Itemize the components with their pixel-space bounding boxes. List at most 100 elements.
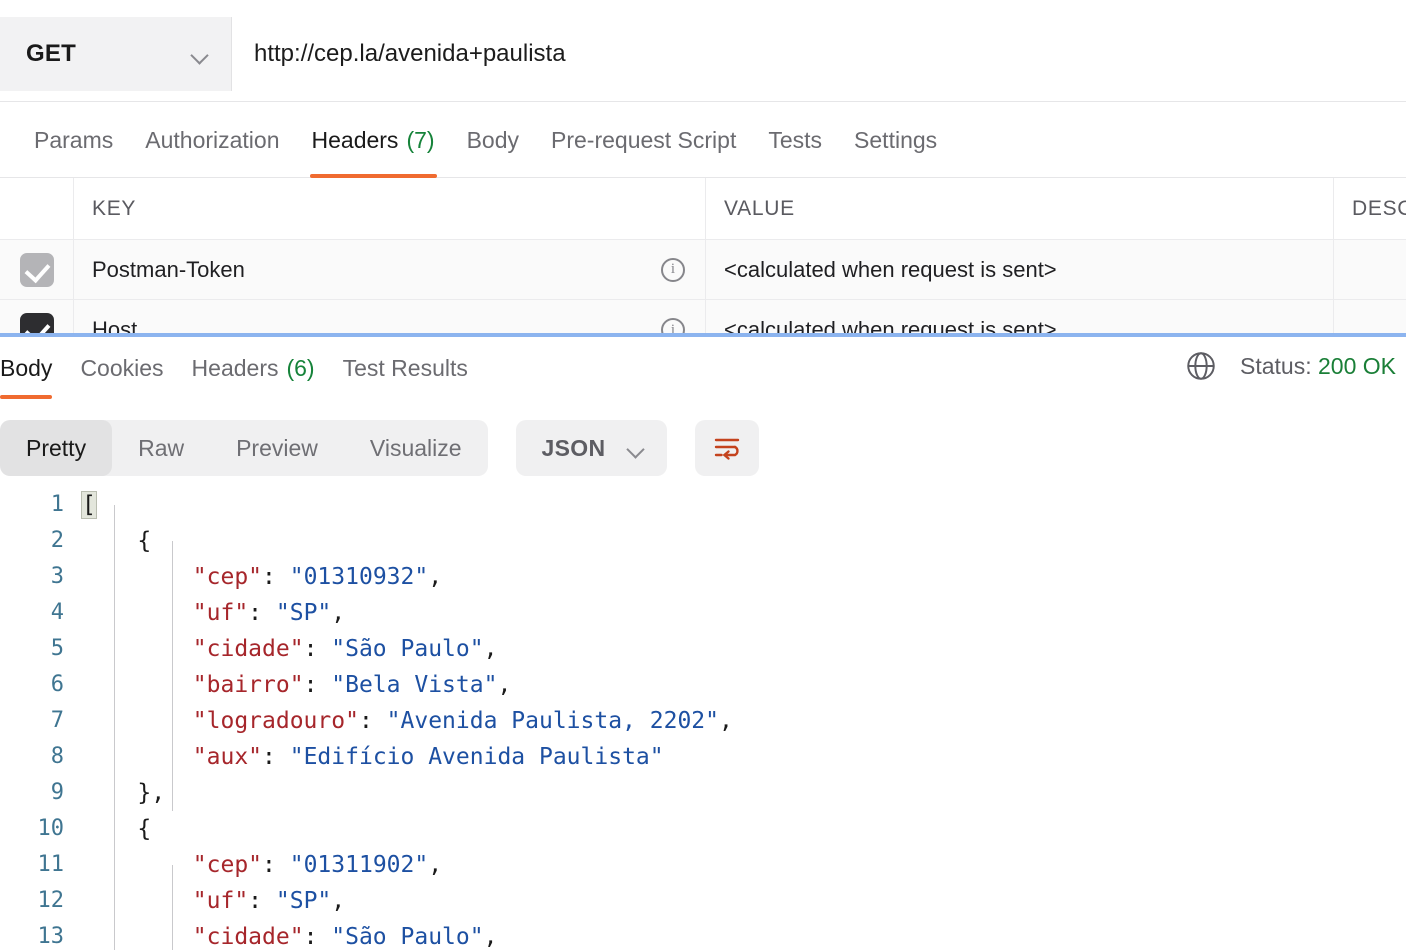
- response-tab-body[interactable]: Body: [0, 337, 66, 399]
- code-line-text: "cep": "01310932",: [82, 559, 1406, 595]
- globe-icon[interactable]: [1184, 349, 1218, 383]
- header-col-value: VALUE: [706, 178, 1334, 239]
- code-token: "logradouro": [192, 708, 359, 734]
- request-tab-pre-request-script[interactable]: Pre-request Script: [535, 102, 752, 178]
- code-line: 4 "uf": "SP",: [0, 595, 1406, 631]
- request-tab-label: Authorization: [145, 126, 280, 153]
- code-token: "01310932": [289, 564, 429, 590]
- status-label: Status:: [1240, 352, 1312, 379]
- line-number: 6: [50, 672, 64, 697]
- row-description-cell[interactable]: [1334, 300, 1406, 335]
- code-line: 7 "logradouro": "Avenida Paulista, 2202"…: [0, 703, 1406, 739]
- request-tab-label: Settings: [854, 126, 938, 153]
- column-header-key: KEY: [92, 196, 137, 220]
- code-line: 3 "cep": "01310932",: [0, 559, 1406, 595]
- response-tab-cookies[interactable]: Cookies: [66, 337, 177, 399]
- code-token: "São Paulo": [331, 636, 484, 662]
- code-token: :: [303, 672, 332, 698]
- line-number: 2: [50, 528, 64, 553]
- code-token: "cidade": [192, 636, 304, 662]
- request-tab-params[interactable]: Params: [18, 102, 129, 178]
- code-token: "uf": [192, 600, 249, 626]
- response-tab-label: Body: [0, 354, 53, 381]
- code-token: },: [137, 780, 166, 806]
- indent-guide-level-2: [172, 541, 173, 811]
- line-number: 8: [50, 744, 64, 769]
- request-tab-tests[interactable]: Tests: [752, 102, 838, 178]
- panel-splitter[interactable]: [0, 333, 1406, 337]
- indent-guide-level-2: [172, 865, 173, 950]
- column-header-value: VALUE: [724, 196, 795, 220]
- view-mode-raw[interactable]: Raw: [112, 420, 210, 476]
- response-tab-test-results[interactable]: Test Results: [329, 337, 482, 399]
- code-token: "Avenida Paulista, 2202": [386, 708, 719, 734]
- code-token: :: [303, 636, 332, 662]
- code-line-text: "uf": "SP",: [82, 595, 1406, 631]
- header-value-text: <calculated when request is sent>: [724, 256, 1057, 282]
- code-token: :: [248, 600, 276, 626]
- view-mode-preview[interactable]: Preview: [210, 420, 344, 476]
- code-token: :: [303, 924, 332, 950]
- code-line-text: "cidade": "São Paulo",: [82, 631, 1406, 667]
- code-token: ,: [483, 636, 498, 662]
- code-token: :: [248, 888, 276, 914]
- code-line-text: {: [82, 523, 1406, 559]
- code-token: "01311902": [289, 852, 429, 878]
- headers-table-header-row: KEY VALUE DESC: [0, 178, 1406, 240]
- row-checkbox-cell: [0, 300, 74, 335]
- table-row[interactable]: Host i <calculated when request is sent>: [0, 300, 1406, 335]
- line-number: 9: [50, 780, 64, 805]
- row-enable-checkbox[interactable]: [19, 313, 54, 335]
- code-token: ,: [428, 852, 443, 878]
- request-tab-label: Body: [466, 126, 519, 153]
- row-value-cell[interactable]: <calculated when request is sent>: [706, 240, 1334, 299]
- code-token: ,: [331, 888, 346, 914]
- request-tab-headers[interactable]: Headers (7): [296, 102, 451, 178]
- status-value: 200 OK: [1318, 352, 1396, 379]
- code-token: "Bela Vista": [331, 672, 498, 698]
- code-line-text: "uf": "SP",: [82, 883, 1406, 919]
- code-line: 10 {: [0, 811, 1406, 847]
- http-method-select[interactable]: GET: [0, 17, 232, 91]
- code-token: "Edifício Avenida Paulista": [289, 744, 664, 770]
- response-view-mode-group: Pretty Raw Preview Visualize: [0, 420, 488, 476]
- info-circle-icon[interactable]: i: [661, 257, 685, 282]
- indent-guide-level-1: [114, 505, 115, 950]
- url-input[interactable]: http://cep.la/avenida+paulista: [232, 17, 1406, 91]
- code-line: 13 "cidade": "São Paulo",: [0, 919, 1406, 950]
- request-tab-label: Tests: [768, 126, 823, 153]
- row-enable-checkbox[interactable]: [19, 252, 54, 287]
- code-line-text: "aux": "Edifício Avenida Paulista": [82, 739, 1406, 775]
- request-tab-label: Params: [34, 126, 114, 153]
- response-tab-headers[interactable]: Headers (6): [178, 337, 329, 399]
- view-mode-visualize[interactable]: Visualize: [344, 420, 488, 476]
- column-header-description: DESC: [1352, 196, 1406, 220]
- row-value-cell[interactable]: <calculated when request is sent>: [706, 300, 1334, 335]
- http-method-label: GET: [26, 40, 76, 67]
- code-line-text: {: [82, 811, 1406, 847]
- request-tab-settings[interactable]: Settings: [838, 102, 953, 178]
- code-line-text: },: [82, 775, 1406, 811]
- code-token: "cep": [192, 564, 263, 590]
- request-tab-count: (7): [406, 126, 435, 153]
- response-body-code[interactable]: 1[2 {3 "cep": "01310932", 4 "uf": "SP", 5 …: [0, 487, 1406, 950]
- request-tab-authorization[interactable]: Authorization: [129, 102, 295, 178]
- code-line: 6 "bairro": "Bela Vista",: [0, 667, 1406, 703]
- request-tab-body[interactable]: Body: [451, 102, 535, 178]
- code-token: :: [358, 708, 387, 734]
- response-language-select[interactable]: JSON: [515, 420, 668, 476]
- code-token: "cep": [192, 852, 263, 878]
- response-format-toolbar: Pretty Raw Preview Visualize JSON: [0, 417, 1406, 479]
- row-key-cell[interactable]: Host i: [74, 300, 706, 335]
- row-description-cell[interactable]: [1334, 240, 1406, 299]
- word-wrap-button[interactable]: [695, 420, 760, 476]
- code-line: 1[: [0, 487, 1406, 523]
- url-row: GET http://cep.la/avenida+paulista: [0, 17, 1406, 91]
- row-key-cell[interactable]: Postman-Token i: [74, 240, 706, 299]
- table-row[interactable]: Postman-Token i <calculated when request…: [0, 240, 1406, 300]
- response-status-block: Status: 200 OK: [1184, 349, 1396, 383]
- response-tab-count: (6): [286, 354, 315, 381]
- view-mode-pretty[interactable]: Pretty: [0, 420, 113, 476]
- line-number: 10: [37, 816, 65, 841]
- code-line-text: [: [81, 487, 1406, 523]
